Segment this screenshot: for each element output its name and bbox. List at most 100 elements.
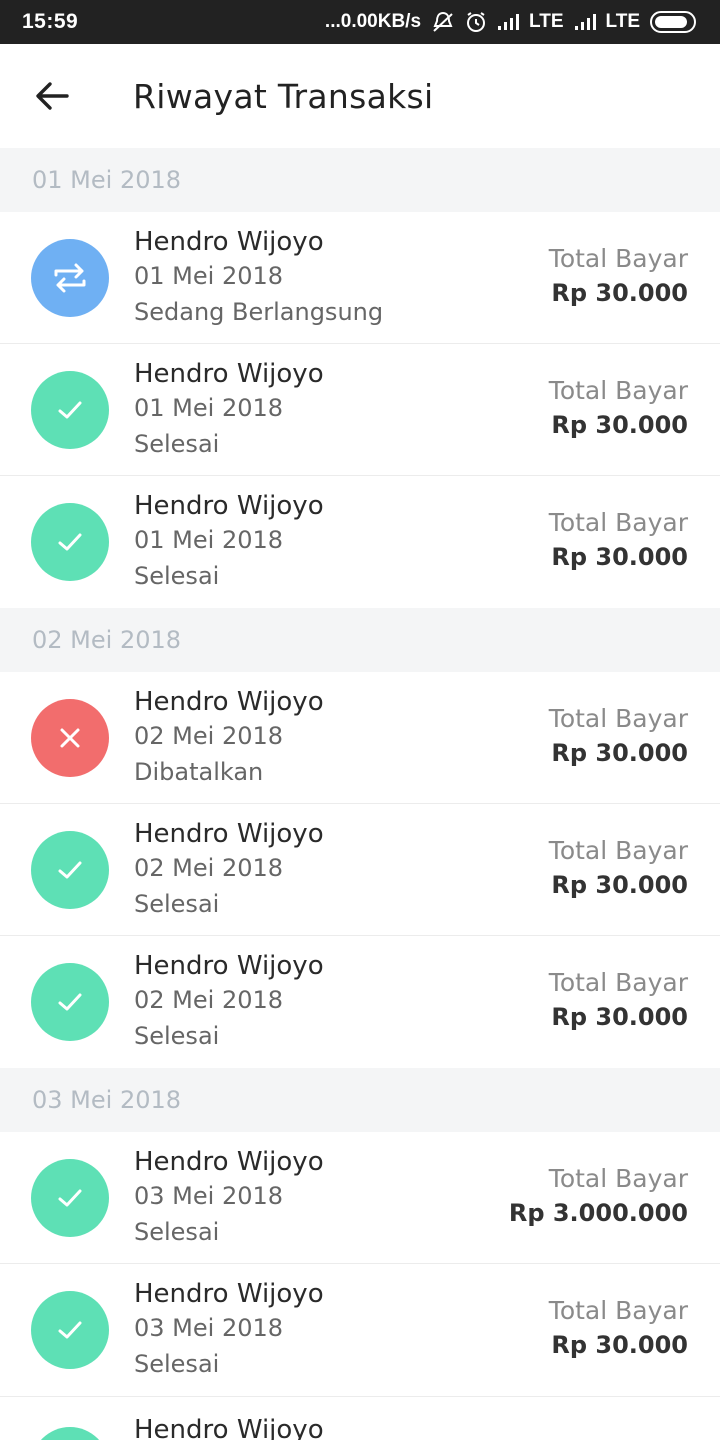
app-bar: Riwayat Transaksi bbox=[0, 44, 720, 148]
signal-icon bbox=[574, 13, 596, 31]
check-icon bbox=[56, 859, 84, 881]
transaction-status: Selesai bbox=[134, 429, 220, 458]
transaction-status: Dibatalkan bbox=[134, 757, 264, 786]
customer-name: Hendro Wijoyo bbox=[134, 1279, 324, 1309]
total-bayar-label: Total Bayar bbox=[548, 1164, 688, 1193]
check-icon bbox=[56, 1187, 84, 1209]
transaction-date: 01 Mei 2018 bbox=[134, 526, 284, 554]
transaction-date: 03 Mei 2018 bbox=[134, 1181, 284, 1210]
section-date-header: 02 Mei 2018 bbox=[0, 608, 720, 672]
status-bar: 15:59 ...0.00KB/s LTE LTE bbox=[0, 0, 720, 44]
check-icon bbox=[56, 991, 84, 1013]
total-bayar-label: Total Bayar bbox=[548, 1296, 688, 1325]
total-amount: Rp 30.000 bbox=[551, 1331, 688, 1359]
alarm-icon bbox=[465, 11, 487, 33]
status-time: 15:59 bbox=[22, 10, 79, 33]
customer-name: Hendro Wijoyo bbox=[134, 818, 324, 849]
transaction-info: Hendro Wijoyo 02 Mei 2018 Selesai bbox=[134, 817, 324, 923]
transaction-date: 03 Mei 2018 bbox=[134, 1314, 284, 1342]
section-date-header: 01 Mei 2018 bbox=[0, 148, 720, 212]
status-circle bbox=[31, 1427, 109, 1440]
total-amount: Rp 30.000 bbox=[551, 279, 688, 307]
transaction-status: Selesai bbox=[134, 1022, 220, 1050]
transaction-status: Selesai bbox=[134, 889, 220, 918]
status-circle bbox=[31, 1158, 109, 1237]
amount-box: Total Bayar Rp 30.000 bbox=[549, 506, 688, 574]
amount-box: Total Bayar Rp 30.000 bbox=[549, 702, 688, 770]
amount-box: Total Bayar Rp 30.000 bbox=[549, 374, 688, 442]
network-speed: ...0.00KB/s bbox=[324, 11, 422, 32]
customer-name: Hendro Wijoyo bbox=[134, 358, 324, 389]
status-icons: ...0.00KB/s LTE LTE bbox=[325, 11, 696, 33]
transaction-list[interactable]: 01 Mei 2018 Hendro Wijoyo 01 Mei 2018 Sedan… bbox=[0, 148, 720, 1440]
transaction-row[interactable]: Hendro Wijoyo 01 Mei 2018 Sedang Berlangsu… bbox=[0, 212, 720, 344]
transaction-info: Hendro Wijoyo 02 Mei 2018 Selesai bbox=[134, 949, 324, 1055]
transaction-date: 02 Mei 2018 bbox=[134, 853, 284, 882]
total-bayar-label: Total Bayar bbox=[548, 968, 688, 997]
total-amount: Rp 30.000 bbox=[551, 1003, 688, 1031]
customer-name: Hendro Wijoyo bbox=[134, 686, 324, 717]
customer-name: Hendro Wijoyo bbox=[134, 226, 324, 257]
check-icon bbox=[56, 399, 84, 421]
status-circle bbox=[31, 503, 109, 581]
status-circle bbox=[31, 698, 109, 777]
transaction-row[interactable]: Hendro Wijoyo 01 Mei 2018 Selesai Total Bay… bbox=[0, 476, 720, 608]
amount-box: Total Bayar Rp 30.000 bbox=[549, 834, 688, 902]
arrow-left-icon bbox=[36, 82, 69, 110]
exchange-icon bbox=[51, 261, 89, 295]
customer-name: Hendro Wijoyo bbox=[134, 951, 324, 981]
transaction-info: Hendro Wijoyo 01 Mei 2018 Sedang Berlangsu… bbox=[134, 225, 383, 331]
page-title: Riwayat Transaksi bbox=[133, 76, 434, 116]
transaction-row[interactable]: Hendro Wijoyo 01 Mei 2018 Selesai Total Bay… bbox=[0, 344, 720, 476]
transaction-status: Sedang Berlangsung bbox=[134, 297, 384, 326]
transaction-info: Hendro Wijoyo 02 Mei 2018 Dibatalkan bbox=[134, 685, 324, 791]
battery-icon bbox=[650, 11, 696, 33]
signal-icon bbox=[497, 13, 520, 31]
lte-label: LTE bbox=[605, 11, 640, 32]
total-bayar-label: Total Bayar bbox=[548, 244, 688, 273]
back-button[interactable] bbox=[0, 44, 104, 148]
transaction-info: Hendro Wijoyo bbox=[134, 1413, 324, 1440]
transaction-row[interactable]: Hendro Wijoyo 02 Mei 2018 Dibatalkan Total … bbox=[0, 672, 720, 804]
total-bayar-label: Total Bayar bbox=[548, 376, 688, 405]
amount-box: Total Bayar Rp 30.000 bbox=[549, 242, 688, 310]
customer-name: Hendro Wijoyo bbox=[134, 1146, 324, 1177]
transaction-status: Selesai bbox=[134, 562, 220, 590]
total-amount: Rp 30.000 bbox=[551, 871, 688, 899]
transaction-row[interactable]: Hendro Wijoyo 02 Mei 2018 Selesai Total Bay… bbox=[0, 936, 720, 1068]
total-bayar-label: Total Bayar bbox=[548, 704, 688, 733]
total-bayar-label: Total Bayar bbox=[548, 836, 688, 865]
customer-name: Hendro Wijoyo bbox=[134, 1415, 324, 1440]
amount-box: Total Bayar Rp 30.000 bbox=[549, 966, 688, 1034]
mute-icon bbox=[431, 11, 455, 33]
close-icon bbox=[58, 726, 82, 750]
transaction-date: 01 Mei 2018 bbox=[134, 261, 284, 290]
transaction-date: 02 Mei 2018 bbox=[134, 986, 284, 1014]
status-circle bbox=[31, 238, 109, 317]
transaction-info: Hendro Wijoyo 03 Mei 2018 Selesai bbox=[134, 1145, 324, 1251]
transaction-row[interactable]: Hendro Wijoyo 03 Mei 2018 Selesai Total Bay… bbox=[0, 1264, 720, 1396]
transaction-date: 02 Mei 2018 bbox=[134, 721, 284, 750]
transaction-info: Hendro Wijoyo 03 Mei 2018 Selesai bbox=[134, 1277, 324, 1383]
total-amount: Rp 30.000 bbox=[551, 411, 688, 439]
amount-box: Total Bayar Rp 3.000.000 bbox=[509, 1162, 688, 1230]
transaction-status: Selesai bbox=[134, 1350, 220, 1378]
transaction-info: Hendro Wijoyo 01 Mei 2018 Selesai bbox=[134, 357, 324, 463]
lte-label: LTE bbox=[529, 11, 564, 32]
transaction-date: 01 Mei 2018 bbox=[134, 393, 284, 422]
transaction-info: Hendro Wijoyo 01 Mei 2018 Selesai bbox=[134, 489, 324, 595]
status-circle bbox=[31, 1291, 109, 1369]
transaction-row[interactable]: Hendro Wijoyo 03 Mei 2018 Selesai Total Bay… bbox=[0, 1132, 720, 1264]
transaction-status: Selesai bbox=[134, 1217, 220, 1246]
total-amount: Rp 30.000 bbox=[551, 739, 688, 767]
customer-name: Hendro Wijoyo bbox=[134, 491, 324, 521]
total-amount: Rp 3.000.000 bbox=[508, 1199, 688, 1227]
status-circle bbox=[31, 963, 109, 1041]
section-date-header: 03 Mei 2018 bbox=[0, 1068, 720, 1132]
status-circle bbox=[31, 830, 109, 909]
transaction-row[interactable]: Hendro Wijoyo bbox=[0, 1396, 720, 1440]
total-amount: Rp 30.000 bbox=[551, 543, 688, 571]
transaction-row[interactable]: Hendro Wijoyo 02 Mei 2018 Selesai Total Bay… bbox=[0, 804, 720, 936]
check-icon bbox=[56, 531, 84, 553]
total-bayar-label: Total Bayar bbox=[548, 508, 688, 537]
